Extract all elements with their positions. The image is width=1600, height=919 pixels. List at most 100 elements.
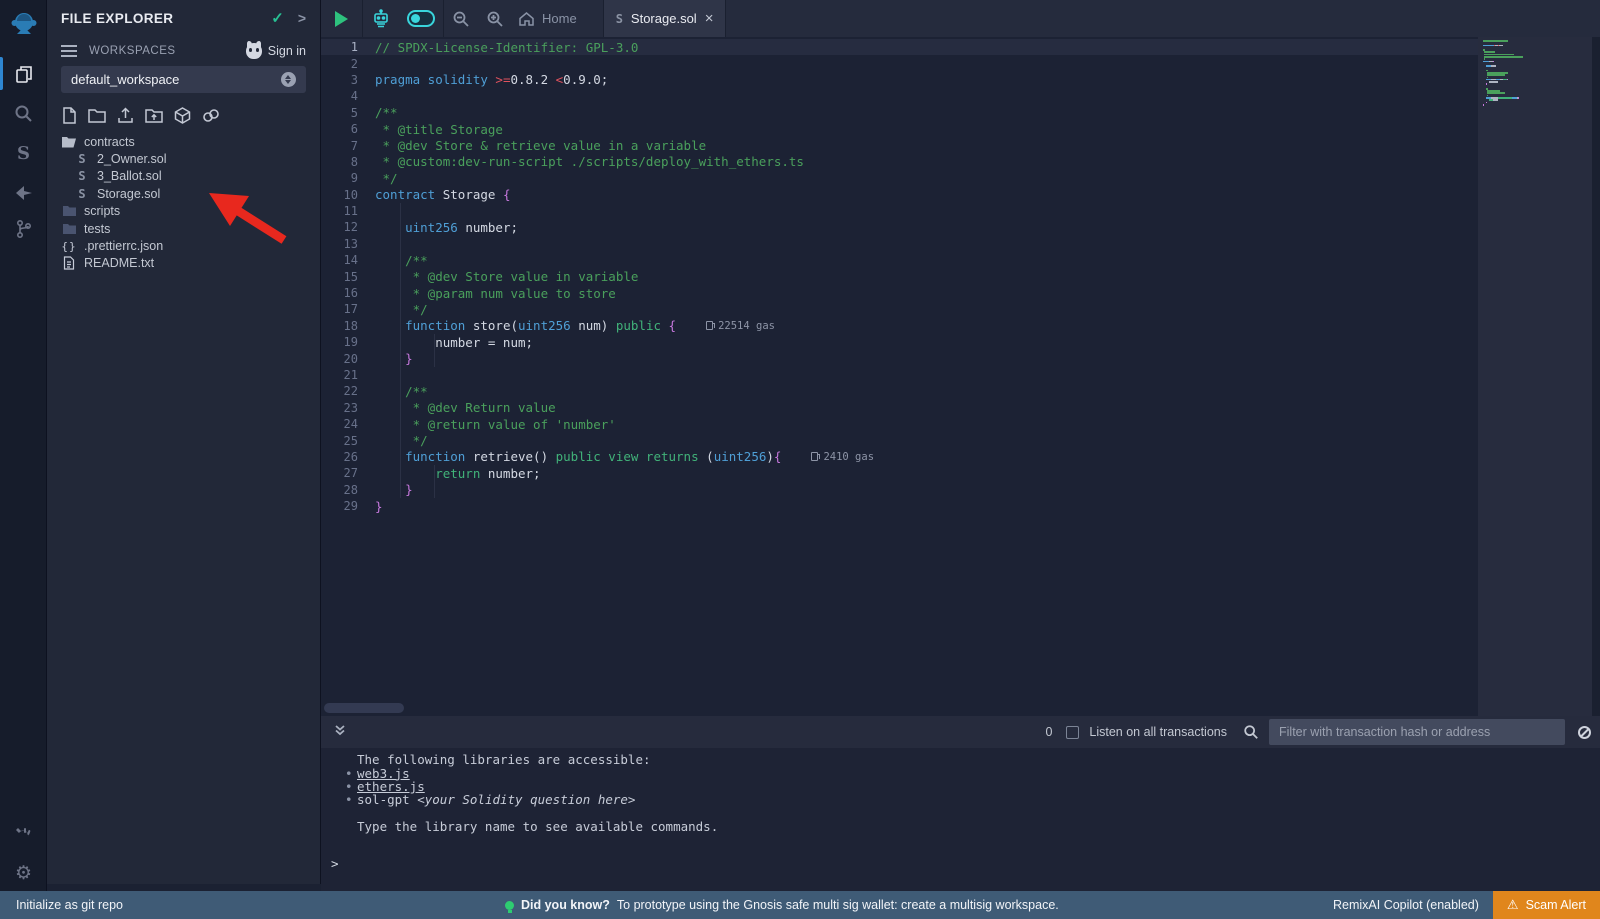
- tree-item-.prettierrc.json[interactable]: {}.prettierrc.json: [47, 237, 320, 254]
- code-line-2[interactable]: 2: [321, 55, 1478, 71]
- code-lines: 1// SPDX-License-Identifier: GPL-3.023pr…: [321, 39, 1478, 514]
- code-line-14[interactable]: 14 /**: [321, 252, 1478, 268]
- tab-close-icon[interactable]: ×: [705, 10, 714, 27]
- run-script-button[interactable]: [335, 11, 348, 27]
- code-line-16[interactable]: 16 * @param num value to store: [321, 285, 1478, 301]
- sign-in-button[interactable]: Sign in: [246, 43, 306, 59]
- code-line-20[interactable]: 20 }: [321, 350, 1478, 366]
- terminal-search-icon[interactable]: [1243, 724, 1259, 740]
- horizontal-scrollbar-thumb[interactable]: [324, 703, 404, 713]
- tree-item-tests[interactable]: tests: [47, 220, 320, 237]
- terminal-header: 0 Listen on all transactions: [321, 716, 1600, 748]
- code-line-7[interactable]: 7 * @dev Store & retrieve value in a var…: [321, 137, 1478, 153]
- transaction-filter-input[interactable]: [1269, 719, 1565, 745]
- workspace-select[interactable]: default_workspace: [61, 66, 306, 93]
- indent-guide: [400, 203, 401, 498]
- vertical-scrollbar[interactable]: [1592, 37, 1600, 716]
- upload-file-icon[interactable]: [116, 106, 135, 125]
- cube-icon[interactable]: [173, 106, 192, 125]
- new-folder-icon[interactable]: [87, 106, 107, 125]
- code-line-21[interactable]: 21: [321, 367, 1478, 383]
- code-line-9[interactable]: 9 */: [321, 170, 1478, 186]
- code-editor[interactable]: 1// SPDX-License-Identifier: GPL-3.023pr…: [321, 37, 1600, 716]
- code-line-18[interactable]: 18 function store(uint256 num) public {2…: [321, 318, 1478, 334]
- code-line-5[interactable]: 5/**: [321, 105, 1478, 121]
- code-line-6[interactable]: 6 * @title Storage: [321, 121, 1478, 137]
- code-line-3[interactable]: 3pragma solidity >=0.8.2 <0.9.0;: [321, 72, 1478, 88]
- code-line-15[interactable]: 15 * @dev Store value in variable: [321, 268, 1478, 284]
- folder-open-icon: [61, 135, 77, 148]
- lightbulb-icon: [505, 901, 514, 910]
- zoom-in-icon[interactable]: [486, 10, 504, 28]
- plugin-manager-icon[interactable]: [0, 818, 47, 852]
- tree-item-2_Owner.sol[interactable]: S2_Owner.sol: [47, 150, 320, 167]
- workspace-name: default_workspace: [71, 72, 281, 87]
- git-icon[interactable]: [0, 212, 47, 246]
- code-line-10[interactable]: 10contract Storage {: [321, 187, 1478, 203]
- explorer-actions: [61, 106, 221, 125]
- tree-item-Storage.sol[interactable]: SStorage.sol: [47, 185, 320, 202]
- code-line-26[interactable]: 26 function retrieve() public view retur…: [321, 449, 1478, 465]
- status-bar: Initialize as git repo Did you know? To …: [0, 891, 1600, 919]
- code-line-4[interactable]: 4: [321, 88, 1478, 104]
- terminal-line: •ethers.js: [345, 780, 718, 793]
- tree-item-README.txt[interactable]: README.txt: [47, 255, 320, 272]
- warning-icon: ⚠: [1507, 897, 1519, 913]
- remix-ide-window: S ⚙ FILE EXPLORER ✓ > W: [0, 0, 1600, 919]
- terminal-line: •web3.js: [345, 766, 718, 779]
- indent-guide: [434, 465, 435, 498]
- remix-logo-icon[interactable]: [0, 8, 47, 42]
- code-line-11[interactable]: 11: [321, 203, 1478, 219]
- listen-checkbox[interactable]: [1066, 726, 1079, 739]
- minimap: [1483, 40, 1588, 106]
- chevron-right-icon[interactable]: >: [298, 10, 306, 26]
- terminal[interactable]: The following libraries are accessible:•…: [321, 748, 1600, 891]
- upload-folder-icon[interactable]: [144, 106, 164, 125]
- code-line-12[interactable]: 12 uint256 number;: [321, 219, 1478, 235]
- gas-estimate: 2410 gas: [811, 451, 874, 463]
- code-line-22[interactable]: 22 /**: [321, 383, 1478, 399]
- zoom-out-icon[interactable]: [452, 10, 470, 28]
- settings-gear-icon[interactable]: ⚙: [0, 856, 47, 890]
- scam-alert-button[interactable]: ⚠ Scam Alert: [1493, 891, 1600, 919]
- code-line-19[interactable]: 19 number = num;: [321, 334, 1478, 350]
- json-icon: {}: [61, 240, 77, 253]
- code-line-29[interactable]: 29}: [321, 498, 1478, 514]
- new-file-icon[interactable]: [61, 106, 78, 125]
- sign-in-label: Sign in: [268, 44, 306, 58]
- code-line-28[interactable]: 28 }: [321, 482, 1478, 498]
- tree-item-contracts[interactable]: contracts: [47, 133, 320, 150]
- copilot-toggle[interactable]: [407, 10, 435, 27]
- code-line-25[interactable]: 25 */: [321, 432, 1478, 448]
- code-line-1[interactable]: 1// SPDX-License-Identifier: GPL-3.0: [321, 39, 1478, 55]
- indent-guide: [434, 334, 435, 367]
- link-icon[interactable]: [201, 106, 221, 125]
- check-icon: ✓: [271, 9, 284, 27]
- code-line-27[interactable]: 27 return number;: [321, 465, 1478, 481]
- ai-copilot-robot-icon[interactable]: [371, 9, 391, 29]
- did-you-know-tip: Did you know? To prototype using the Gno…: [505, 898, 1059, 912]
- tree-item-scripts[interactable]: scripts: [47, 203, 320, 220]
- file-tree: contractsS2_Owner.solS3_Ballot.solSStora…: [47, 133, 320, 272]
- code-line-8[interactable]: 8 * @custom:dev-run-script ./scripts/dep…: [321, 154, 1478, 170]
- search-icon[interactable]: [0, 96, 47, 130]
- minimap-strip[interactable]: [1478, 37, 1593, 716]
- home-tab[interactable]: Home: [518, 11, 577, 27]
- code-line-17[interactable]: 17 */: [321, 301, 1478, 317]
- copilot-status[interactable]: RemixAI Copilot (enabled): [1333, 898, 1479, 912]
- panel-title: FILE EXPLORER: [61, 11, 271, 26]
- solidity-compiler-icon[interactable]: S: [0, 136, 47, 170]
- file-explorer-icon[interactable]: [0, 57, 47, 91]
- tab-storage-sol[interactable]: S Storage.sol ×: [603, 0, 727, 37]
- clear-console-icon[interactable]: [1578, 726, 1591, 739]
- code-line-13[interactable]: 13: [321, 236, 1478, 252]
- git-init-button[interactable]: Initialize as git repo: [0, 898, 123, 912]
- deploy-run-icon[interactable]: [0, 176, 47, 210]
- code-line-24[interactable]: 24 * @return value of 'number': [321, 416, 1478, 432]
- scam-alert-label: Scam Alert: [1526, 898, 1586, 912]
- terminal-prompt[interactable]: >: [331, 856, 339, 871]
- menu-icon[interactable]: [61, 45, 77, 57]
- tree-item-3_Ballot.sol[interactable]: S3_Ballot.sol: [47, 168, 320, 185]
- collapse-terminal-icon[interactable]: [333, 723, 347, 742]
- code-line-23[interactable]: 23 * @dev Return value: [321, 400, 1478, 416]
